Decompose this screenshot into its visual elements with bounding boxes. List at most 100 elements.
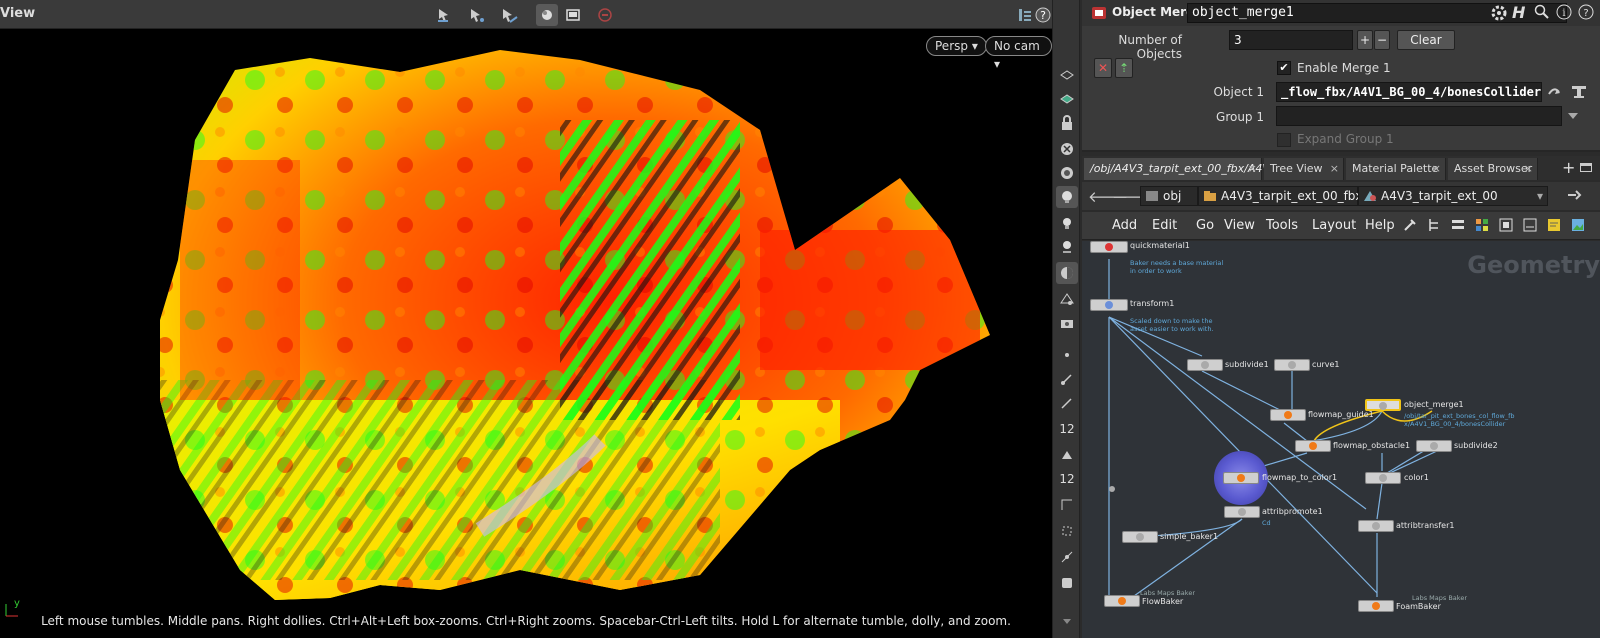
lock-icon[interactable] [1056,112,1078,134]
remove-object-button[interactable]: − [1374,30,1390,50]
quick-marks-icon[interactable] [1522,217,1538,236]
shading-icon[interactable] [1056,262,1078,284]
background-icon[interactable] [1056,572,1078,594]
light-bulb-icon[interactable] [1056,186,1078,208]
select-edges-icon[interactable] [498,4,520,26]
pin-icon[interactable] [1566,188,1582,205]
node-curve1[interactable] [1274,359,1310,371]
vertex-display-icon[interactable] [1056,520,1078,542]
camera-select-menu[interactable]: No cam ▾ [985,36,1052,71]
node-flowmap-to-color1[interactable] [1223,472,1259,484]
node-flowbaker[interactable] [1104,595,1140,607]
menu-tools[interactable]: Tools [1266,218,1298,233]
select-points-icon[interactable] [466,4,488,26]
group-field[interactable] [1276,106,1562,126]
node-subdivide1[interactable] [1187,359,1223,371]
display-geometry-icon[interactable] [536,4,558,26]
prim-display-icon[interactable] [1056,444,1078,466]
display-panel-icon[interactable] [562,4,584,26]
network-boxes-icon[interactable] [1498,217,1514,236]
prim-numbers-icon[interactable]: 12 [1056,468,1078,490]
jump-to-op-icon[interactable] [1546,84,1562,103]
viewport-canvas[interactable] [0,29,1052,638]
move-instance-button[interactable]: ⇡ [1115,58,1133,78]
menu-edit[interactable]: Edit [1152,218,1177,233]
houdini-help-icon[interactable]: H [1512,3,1525,22]
tab-close-icon[interactable]: × [1432,158,1441,180]
wireframe-icon[interactable] [1056,288,1078,310]
node-flowmap-guide1[interactable] [1270,409,1306,421]
brush-icon[interactable] [1056,392,1078,414]
uv-display-icon[interactable] [1056,494,1078,516]
sticky-note-icon[interactable] [1546,217,1562,236]
node-foambaker[interactable] [1358,600,1394,612]
breadcrumb-geo[interactable]: A4V3_tarpit_ext_00 ▾ [1358,186,1548,206]
tool-wrench-icon[interactable] [1402,217,1418,236]
node-attribtransfer1[interactable] [1358,520,1394,532]
close-view-icon[interactable] [1056,138,1078,160]
tab-asset-browser[interactable]: Asset Browser × [1448,158,1538,180]
camera-view-menu[interactable]: Persp ▾ [926,36,987,56]
menu-view[interactable]: View [1224,218,1255,233]
tab-close-icon[interactable]: × [1248,158,1257,180]
network-path-bar: 🡐 🡒 obj A4V3_tarpit_ext_00_fbx A4V3_tarp… [1082,182,1600,210]
enable-merge-checkbox[interactable]: ✔ [1277,61,1291,75]
param-help-icon[interactable]: ? [1578,4,1594,23]
node-transform1[interactable] [1090,299,1128,311]
tree-layout-icon[interactable] [1426,217,1442,236]
tab-close-icon[interactable]: × [1330,158,1339,180]
strip-scroll-down-icon[interactable] [1056,610,1078,632]
node-flowmap-obstacle1[interactable] [1295,440,1331,452]
background-image-icon[interactable] [1570,217,1586,236]
add-object-button[interactable]: + [1357,30,1373,50]
search-icon[interactable] [1534,4,1550,23]
node-simple-baker1[interactable] [1122,531,1158,543]
node-subdivide2[interactable] [1416,440,1452,452]
point-display-icon[interactable] [1056,344,1078,366]
point-normals-icon[interactable] [1056,368,1078,390]
breadcrumb-fbx[interactable]: A4V3_tarpit_ext_00_fbx [1198,186,1363,206]
stop-render-icon[interactable] [594,4,616,26]
op-chooser-icon[interactable] [1570,84,1588,103]
tab-network-path[interactable]: /obj/A4V3_tarpit_ext_00_fbx/A4V3... × [1084,158,1287,180]
camera-icon[interactable] [1056,162,1078,184]
node-quickmaterial1[interactable] [1090,241,1128,253]
node-flowbaker-comment: Labs Maps Baker [1140,589,1195,597]
expand-group-checkbox[interactable] [1277,133,1291,147]
render-icon[interactable] [1056,312,1078,334]
num-objects-field[interactable]: 3 [1229,30,1353,50]
layers-icon[interactable] [1056,64,1078,86]
light-icon[interactable] [1056,212,1078,234]
list-layout-icon[interactable] [1450,217,1466,236]
menu-go[interactable]: Go [1196,218,1214,233]
node-name-field[interactable]: object_merge1 [1187,3,1567,23]
maximize-pane-icon[interactable] [1580,163,1592,172]
breadcrumb-fbx-label: A4V3_tarpit_ext_00_fbx [1221,189,1363,203]
menu-help[interactable]: Help [1365,218,1395,233]
tab-close-icon[interactable]: × [1524,158,1533,180]
viewport-tool-strip: 12 12 [1052,0,1080,638]
tab-tree-view[interactable]: Tree View × [1264,158,1344,180]
point-numbers-icon[interactable]: 12 [1056,418,1078,440]
help-icon[interactable]: ? [1032,4,1054,26]
edge-display-icon[interactable] [1056,546,1078,568]
gear-icon[interactable] [1490,4,1508,25]
group-dropdown-icon[interactable] [1567,110,1579,124]
tab-material-palette[interactable]: Material Palette × [1346,158,1446,180]
network-editor[interactable]: Geometry quickmaterial1 Baker needs a ba… [1082,241,1600,638]
grid-layout-icon[interactable] [1474,217,1490,236]
object-path-field[interactable]: _flow_fbx/A4V1_BG_00_4/bonesCollider [1276,82,1542,102]
breadcrumb-dropdown-icon[interactable]: ▾ [1537,187,1543,205]
node-color1[interactable] [1365,472,1401,484]
ghost-icon[interactable] [1056,88,1078,110]
menu-layout[interactable]: Layout [1312,218,1356,233]
remove-instance-button[interactable]: ✕ [1094,58,1112,78]
clear-button[interactable]: Clear [1397,30,1455,50]
node-attribpromote1[interactable] [1224,506,1260,518]
light-link-icon[interactable] [1056,236,1078,258]
select-tool-icon[interactable] [434,4,456,26]
menu-add[interactable]: Add [1112,218,1137,233]
info-icon[interactable]: i [1556,4,1572,23]
add-tab-button[interactable]: + [1562,158,1575,177]
breadcrumb-obj[interactable]: obj [1140,186,1198,206]
